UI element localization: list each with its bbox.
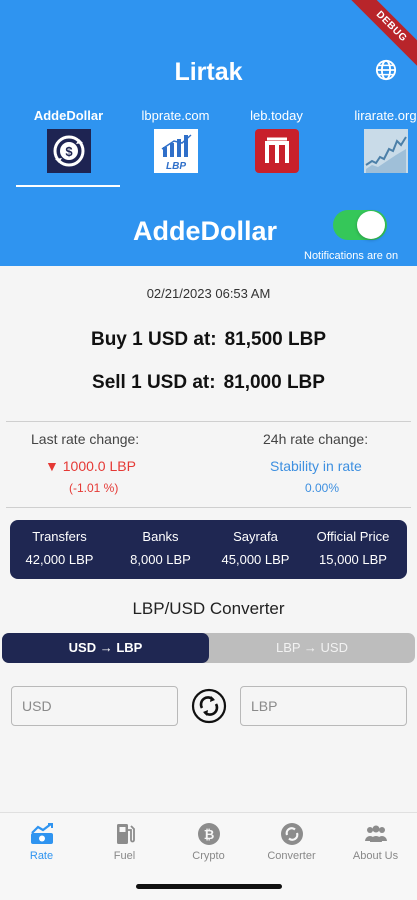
bitcoin-icon: ₿ [197, 823, 220, 845]
sell-rate: Sell 1 USD at: 81,000 LBP [0, 372, 417, 394]
nav-label: About Us [352, 850, 399, 862]
buy-rate: Buy 1 USD at: 81,500 LBP [0, 329, 417, 351]
tab-label: lbprate.com [141, 108, 210, 123]
sell-value: 81,000 LBP [223, 372, 325, 393]
app-header: DEBUG Lirtak AddeDollar $ lbprate.com LB… [0, 0, 417, 266]
lbprate-logo-text: LBP [166, 161, 186, 172]
rate-timestamp: 02/21/2023 06:53 AM [146, 286, 271, 301]
tab-label: leb.today [250, 108, 303, 123]
converter-title: LBP/USD Converter [132, 599, 285, 618]
h24-change-percent: 0.00% [305, 481, 340, 495]
price-official: Official Price 15,000 LBP [301, 520, 405, 567]
app-title: Lirtak [174, 58, 243, 86]
fuel-pump-icon [116, 824, 135, 844]
tab-lebtoday[interactable]: leb.today [224, 108, 329, 173]
addedollar-logo-icon: $ [46, 129, 91, 173]
price-transfers: Transfers 42,000 LBP [10, 520, 109, 567]
lirarate-logo-icon [363, 129, 408, 173]
h24-change-value: Stability in rate [270, 458, 362, 474]
nav-rate[interactable]: Rate [0, 821, 83, 862]
price-summary-card: Transfers 42,000 LBP Banks 8,000 LBP Say… [10, 520, 407, 579]
toggle-knob [357, 211, 385, 239]
nav-converter[interactable]: Converter [250, 821, 333, 862]
converter-icon [280, 823, 303, 845]
home-indicator [136, 884, 282, 889]
last-change-label: Last rate change: [31, 431, 140, 447]
price-value: 15,000 LBP [319, 552, 387, 567]
converter-mode-selector: USD → LBP LBP → USD [2, 633, 415, 663]
last-change-percent: (-1.01 %) [69, 481, 119, 495]
divider [6, 421, 411, 422]
buy-label: Buy 1 USD at: [90, 329, 217, 350]
h24-change-label: 24h rate change: [263, 431, 369, 447]
swap-icon[interactable] [191, 688, 227, 724]
price-value: 45,000 LBP [221, 552, 290, 567]
active-tab-indicator [16, 185, 120, 187]
nav-about[interactable]: About Us [334, 821, 417, 862]
price-name: Official Price [316, 529, 390, 544]
rate-chart-icon [30, 823, 53, 844]
last-change-value: ▼ 1000.0 LBP [45, 458, 136, 474]
nav-fuel[interactable]: Fuel [83, 821, 166, 862]
svg-text:₿: ₿ [203, 827, 214, 842]
price-value: 8,000 LBP [130, 552, 191, 567]
mode-usd-to-lbp-button[interactable]: USD → LBP [2, 633, 209, 663]
nav-label: Converter [267, 850, 316, 862]
price-value: 42,000 LBP [25, 552, 94, 567]
price-banks: Banks 8,000 LBP [111, 520, 210, 567]
nav-crypto[interactable]: ₿ Crypto [167, 821, 250, 862]
nav-label: Fuel [113, 850, 136, 862]
globe-icon[interactable] [375, 59, 397, 81]
lbprate-logo-icon: LBP [153, 129, 198, 173]
source-title: AddeDollar [133, 216, 278, 246]
tab-lirarate[interactable]: lirarate.org [333, 108, 417, 173]
tab-label: AddeDollar [33, 108, 104, 123]
nav-label: Rate [29, 850, 54, 862]
usd-input[interactable] [11, 686, 178, 726]
people-icon [364, 825, 387, 842]
tab-addedollar[interactable]: AddeDollar $ [16, 108, 121, 173]
price-sayrafa: Sayrafa 45,000 LBP [206, 520, 305, 567]
lebtoday-logo-icon [254, 129, 299, 173]
svg-text:$: $ [65, 144, 73, 159]
lbp-input[interactable] [240, 686, 407, 726]
mode-lbp-to-usd-button[interactable]: LBP → USD [209, 633, 415, 663]
price-name: Transfers [32, 529, 87, 544]
notifications-label: Notifications are on [304, 250, 399, 262]
tab-label: lirarate.org [354, 108, 417, 123]
divider [6, 507, 411, 508]
price-name: Banks [142, 529, 179, 544]
buy-value: 81,500 LBP [224, 329, 327, 350]
tab-lbprate[interactable]: lbprate.com LBP [123, 108, 228, 173]
source-tabs: AddeDollar $ lbprate.com LBP leb.today l… [0, 108, 417, 190]
price-name: Sayrafa [233, 529, 278, 544]
notifications-toggle[interactable] [333, 210, 387, 240]
nav-label: Crypto [192, 850, 225, 862]
sell-label: Sell 1 USD at: [92, 372, 216, 393]
